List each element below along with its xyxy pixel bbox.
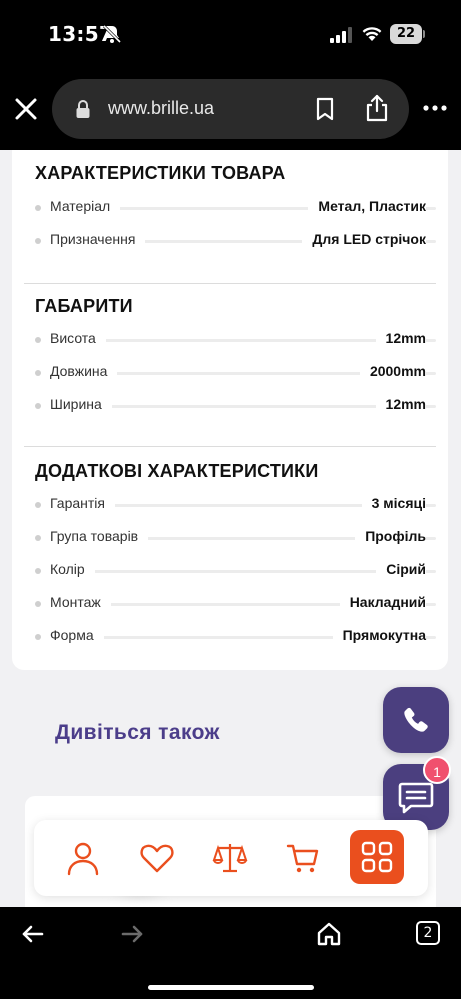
spec-value: Для LED стрічок xyxy=(302,231,426,247)
spec-label: Група товарів xyxy=(50,528,149,544)
divider xyxy=(24,283,436,284)
bullet xyxy=(35,337,41,343)
bullet xyxy=(35,634,41,640)
back-arrow-icon[interactable] xyxy=(20,921,46,947)
forward-arrow-icon[interactable] xyxy=(119,921,145,947)
grid-menu-icon xyxy=(361,841,393,873)
address-bar[interactable]: www.brille.ua xyxy=(52,79,409,139)
url-text[interactable]: www.brille.ua xyxy=(108,98,214,119)
bell-off-icon xyxy=(102,24,122,44)
browser-toolbar: www.brille.ua xyxy=(0,66,461,150)
spec-value: 2000mm xyxy=(359,363,426,379)
cart-icon[interactable] xyxy=(285,840,321,876)
bullet xyxy=(35,502,41,508)
spec-value: Сірий xyxy=(376,561,426,577)
bookmark-icon[interactable] xyxy=(314,97,336,121)
spec-label: Призначення xyxy=(50,231,146,247)
share-icon[interactable] xyxy=(364,94,390,122)
bullet xyxy=(35,238,41,244)
catalog-button[interactable] xyxy=(350,830,404,884)
battery-tip xyxy=(423,30,425,38)
call-button[interactable] xyxy=(383,687,449,753)
bullet xyxy=(35,403,41,409)
section-title-additional: ДОДАТКОВІ ХАРАКТЕРИСТИКИ xyxy=(35,461,319,481)
spec-label: Форма xyxy=(50,627,104,643)
spec-label: Висота xyxy=(50,330,106,346)
spec-row: Група товарів Профіль xyxy=(12,528,448,548)
bullet xyxy=(35,568,41,574)
spec-row: Монтаж Накладний xyxy=(12,594,448,614)
spec-label: Колір xyxy=(50,561,95,577)
spec-row: Форма Прямокутна xyxy=(12,627,448,647)
home-indicator xyxy=(148,985,314,990)
spec-value: Метал, Пластик xyxy=(308,198,426,214)
spec-value: Профіль xyxy=(355,528,426,544)
divider xyxy=(24,446,436,447)
spec-label: Гарантія xyxy=(50,495,115,511)
spec-value: 3 місяці xyxy=(361,495,426,511)
section-title-dimensions: ГАБАРИТИ xyxy=(35,296,133,316)
lock-icon xyxy=(76,100,90,118)
heart-icon[interactable] xyxy=(139,840,175,876)
phone-icon xyxy=(404,707,428,732)
status-bar: 13:57 22 xyxy=(0,0,461,66)
bullet xyxy=(35,601,41,607)
compare-scales-icon[interactable] xyxy=(212,840,248,876)
tabs-count-button[interactable]: 2 xyxy=(416,921,440,945)
spec-value: 12mm xyxy=(375,330,426,346)
bullet xyxy=(35,535,41,541)
spec-row: Призначення Для LED стрічок xyxy=(12,231,448,251)
spec-row: Гарантія 3 місяці xyxy=(12,495,448,515)
user-icon[interactable] xyxy=(65,840,101,876)
more-options-icon[interactable] xyxy=(423,104,447,112)
spec-label: Довжина xyxy=(50,363,118,379)
battery-indicator: 22 xyxy=(390,24,422,44)
spec-row: Колір Сірий xyxy=(12,561,448,581)
wifi-icon xyxy=(362,27,382,41)
web-page: ХАРАКТЕРИСТИКИ ТОВАРА Матеріал Метал, Пл… xyxy=(0,150,461,907)
spec-row: Ширина 12mm xyxy=(12,396,448,416)
close-icon[interactable] xyxy=(13,96,39,122)
spec-value: 12mm xyxy=(375,396,426,412)
specs-card: ХАРАКТЕРИСТИКИ ТОВАРА Матеріал Метал, Пл… xyxy=(12,150,448,670)
spec-label: Ширина xyxy=(50,396,112,412)
spec-row: Висота 12mm xyxy=(12,330,448,350)
see-also-heading: Дивіться також xyxy=(55,721,220,744)
spec-label: Монтаж xyxy=(50,594,111,610)
home-icon[interactable] xyxy=(316,921,342,947)
bullet xyxy=(35,370,41,376)
spec-row: Довжина 2000mm xyxy=(12,363,448,383)
bullet xyxy=(35,205,41,211)
site-bottom-nav xyxy=(34,820,428,896)
chat-notification-badge: 1 xyxy=(423,756,451,784)
browser-bottom-toolbar: 2 xyxy=(0,907,461,999)
spec-value: Накладний xyxy=(339,594,426,610)
section-title-characteristics: ХАРАКТЕРИСТИКИ ТОВАРА xyxy=(35,163,286,183)
cellular-signal-icon xyxy=(330,27,352,43)
spec-row: Матеріал Метал, Пластик xyxy=(12,198,448,218)
spec-value: Прямокутна xyxy=(332,627,426,643)
spec-label: Матеріал xyxy=(50,198,121,214)
